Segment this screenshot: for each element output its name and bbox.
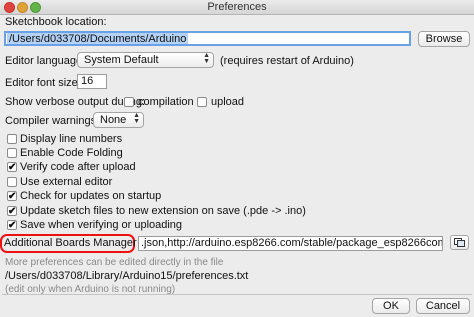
update-sketch-extension-label: Update sketch files to new extension on … — [20, 205, 306, 217]
compiler-warnings-select[interactable]: None ▲ ▼ — [93, 112, 144, 128]
compilation-label: compilation — [138, 96, 194, 108]
save-when-verifying-label: Save when verifying or uploading — [20, 219, 183, 231]
font-size-label: Editor font size: — [5, 77, 81, 89]
use-external-editor-label: Use external editor — [20, 176, 113, 188]
browse-button[interactable]: Browse — [418, 31, 470, 47]
check-icon: ✔ — [8, 162, 17, 173]
compiler-warnings-value: None — [100, 114, 127, 126]
check-icon: ✔ — [8, 206, 17, 217]
sketchbook-location-field[interactable]: /Users/d033708/Documents/Arduino — [4, 31, 411, 46]
check-icon: ✔ — [8, 220, 17, 231]
update-sketch-extension-checkbox[interactable]: ✔ — [7, 206, 17, 217]
ok-button[interactable]: OK — [372, 298, 410, 314]
window-icon — [454, 238, 465, 247]
compiler-warnings-label: Compiler warnings: — [5, 115, 100, 127]
editor-language-label: Editor language: — [5, 55, 86, 67]
editor-language-select[interactable]: System Default ▲ ▼ — [77, 52, 214, 68]
enable-code-folding-checkbox[interactable] — [7, 148, 17, 158]
check-icon: ✔ — [8, 191, 17, 202]
font-size-field[interactable]: 16 — [77, 74, 107, 89]
sketchbook-label: Sketchbook location: — [5, 16, 107, 28]
enable-code-folding-label: Enable Code Folding — [20, 147, 123, 159]
edit-url-list-button[interactable] — [450, 235, 469, 250]
check-updates-label: Check for updates on startup — [20, 190, 162, 202]
boards-manager-url-field[interactable]: .json,http://arduino.esp8266.com/stable/… — [138, 236, 443, 251]
select-arrows-icon: ▲ ▼ — [203, 52, 210, 65]
upload-label: upload — [211, 96, 245, 108]
save-when-verifying-checkbox[interactable]: ✔ — [7, 220, 17, 231]
use-external-editor-checkbox[interactable] — [7, 177, 17, 187]
sketchbook-location-value: /Users/d033708/Documents/Arduino — [7, 33, 189, 45]
editor-language-value: System Default — [84, 54, 159, 66]
select-arrows-icon: ▲ ▼ — [133, 112, 140, 125]
check-updates-checkbox[interactable]: ✔ — [7, 191, 17, 202]
upload-checkbox[interactable] — [197, 97, 207, 107]
compilation-checkbox[interactable] — [124, 97, 134, 107]
restart-note: (requires restart of Arduino) — [220, 55, 354, 67]
verify-after-upload-label: Verify code after upload — [20, 161, 136, 173]
display-line-numbers-label: Display line numbers — [20, 133, 123, 145]
verify-after-upload-checkbox[interactable]: ✔ — [7, 162, 17, 173]
cancel-button[interactable]: Cancel — [416, 298, 470, 314]
preferences-file-path: /Users/d033708/Library/Arduino15/prefere… — [5, 270, 249, 282]
divider — [2, 294, 472, 295]
more-preferences-text: More preferences can be edited directly … — [5, 257, 224, 268]
window-title: Preferences — [207, 1, 267, 13]
display-line-numbers-checkbox[interactable] — [7, 134, 17, 144]
